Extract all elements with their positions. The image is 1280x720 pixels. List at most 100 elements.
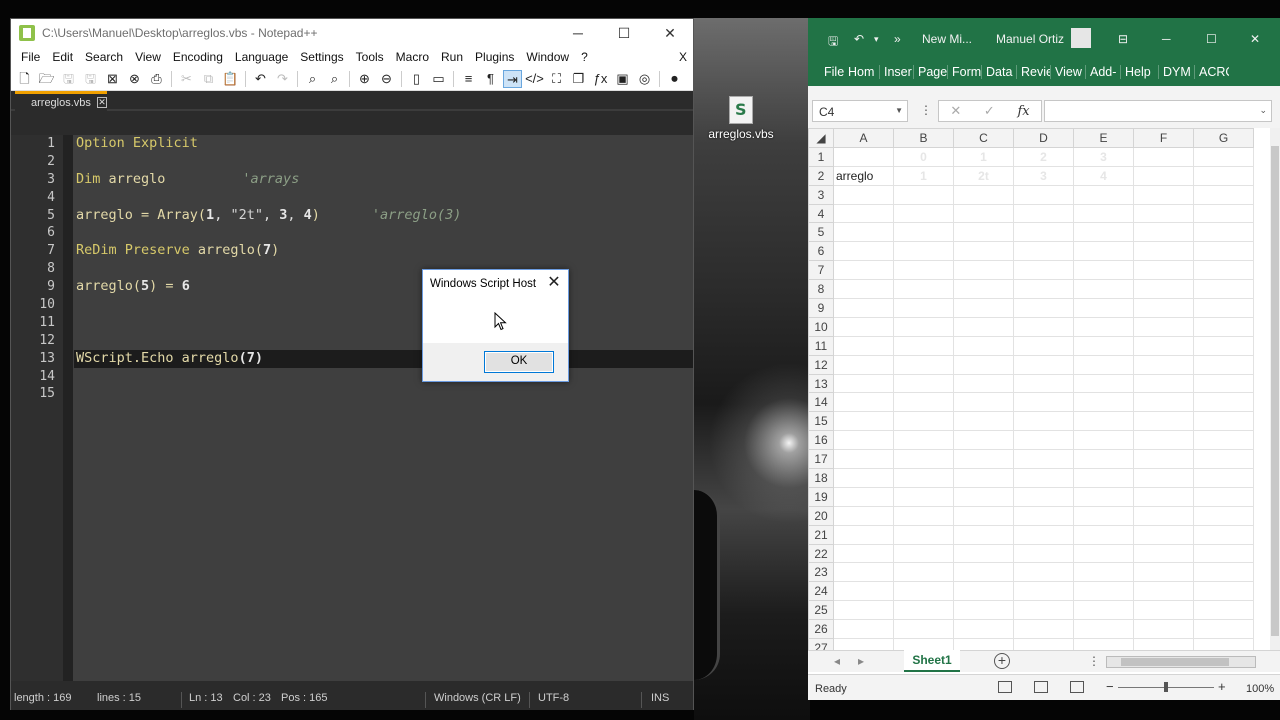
more-icon[interactable]: ⋮: [920, 103, 932, 117]
column-header[interactable]: F: [1133, 128, 1194, 148]
cell[interactable]: [1133, 203, 1194, 224]
indent-guide-icon[interactable]: ⇥: [503, 69, 522, 88]
show-all-chars-icon[interactable]: ¶: [481, 70, 500, 88]
zoom-slider-knob[interactable]: [1164, 682, 1168, 692]
cell[interactable]: [1013, 411, 1074, 432]
cell[interactable]: 1: [893, 165, 954, 186]
sync-vertical-icon[interactable]: ▯: [407, 70, 426, 88]
cell[interactable]: [1073, 241, 1134, 262]
row-header[interactable]: 16: [808, 430, 834, 451]
cell[interactable]: 3: [1013, 165, 1074, 186]
row-header[interactable]: 24: [808, 581, 834, 602]
cell[interactable]: [1193, 619, 1254, 640]
cell[interactable]: [1013, 392, 1074, 413]
row-header[interactable]: 2: [808, 165, 834, 186]
formula-input[interactable]: ⌄: [1044, 100, 1272, 122]
cell[interactable]: [1133, 392, 1194, 413]
cell[interactable]: [1193, 373, 1254, 394]
row-header[interactable]: 13: [808, 373, 834, 394]
cell[interactable]: [1193, 184, 1254, 205]
cell[interactable]: [893, 279, 954, 300]
cell[interactable]: [1013, 468, 1074, 488]
cell[interactable]: [1013, 222, 1074, 243]
cell[interactable]: [1133, 543, 1194, 564]
cell[interactable]: [1073, 203, 1134, 224]
close-document-x[interactable]: X: [679, 50, 687, 64]
cell[interactable]: [893, 354, 954, 375]
cell[interactable]: [1193, 316, 1254, 337]
cell[interactable]: [1133, 619, 1194, 640]
column-header[interactable]: B: [893, 128, 954, 148]
cell[interactable]: [893, 468, 954, 488]
cell[interactable]: 3: [1073, 146, 1134, 167]
cell[interactable]: [1013, 449, 1074, 470]
tab-close-icon[interactable]: ✕: [96, 97, 107, 108]
close-button[interactable]: ✕: [647, 19, 693, 47]
cell[interactable]: [1013, 241, 1074, 262]
cell[interactable]: [1013, 505, 1074, 526]
menu-file[interactable]: File: [15, 50, 46, 64]
cell[interactable]: [1193, 505, 1254, 526]
menu-help[interactable]: ?: [575, 50, 594, 64]
row-header[interactable]: 26: [808, 619, 834, 640]
cell[interactable]: [833, 468, 894, 488]
cell[interactable]: [1133, 279, 1194, 300]
cut-icon[interactable]: ✂: [177, 70, 196, 88]
cell[interactable]: [953, 260, 1014, 281]
expand-formula-icon[interactable]: ⌄: [1259, 105, 1267, 116]
row-header[interactable]: 4: [808, 203, 834, 224]
cell[interactable]: [1073, 354, 1134, 375]
cell[interactable]: [1193, 543, 1254, 564]
cell[interactable]: [1133, 505, 1194, 526]
cell[interactable]: [953, 543, 1014, 564]
cell[interactable]: [1073, 316, 1134, 337]
cell[interactable]: [833, 316, 894, 337]
cell[interactable]: [953, 392, 1014, 413]
add-sheet-icon[interactable]: +: [994, 653, 1010, 669]
cell[interactable]: [953, 373, 1014, 394]
cell[interactable]: [1193, 392, 1254, 413]
cell[interactable]: [1133, 524, 1194, 545]
menu-plugins[interactable]: Plugins: [469, 50, 520, 64]
cell[interactable]: 2t: [953, 165, 1014, 186]
row-header[interactable]: 8: [808, 279, 834, 300]
cell[interactable]: [1193, 486, 1254, 507]
cell[interactable]: [1133, 298, 1194, 318]
undo-icon[interactable]: ↶: [854, 32, 864, 46]
maximize-button[interactable]: ☐: [1206, 32, 1217, 46]
cell[interactable]: [1193, 524, 1254, 545]
cell[interactable]: [833, 146, 894, 167]
replace-icon[interactable]: ⌕: [325, 70, 344, 88]
cell[interactable]: [893, 316, 954, 337]
find-icon[interactable]: ⌕: [303, 70, 322, 88]
cell[interactable]: [893, 562, 954, 583]
scrollbar-thumb[interactable]: [1271, 146, 1279, 636]
ribbon-display-icon[interactable]: ⊟: [1118, 32, 1128, 46]
cell[interactable]: [1073, 335, 1134, 356]
word-wrap-icon[interactable]: ≡: [459, 70, 478, 88]
cell[interactable]: [893, 524, 954, 545]
function-list-icon[interactable]: ƒx: [591, 70, 610, 88]
row-header[interactable]: 1: [808, 146, 834, 167]
cell[interactable]: [953, 581, 1014, 602]
undo-dropdown-icon[interactable]: ▾: [874, 34, 879, 45]
cell[interactable]: [1073, 260, 1134, 281]
cell[interactable]: [1013, 354, 1074, 375]
minimize-button[interactable]: ─: [555, 19, 601, 47]
maximize-button[interactable]: ☐: [601, 19, 647, 47]
row-header[interactable]: 3: [808, 184, 834, 205]
cell[interactable]: [953, 184, 1014, 205]
cell[interactable]: [1013, 430, 1074, 451]
row-header[interactable]: 12: [808, 354, 834, 375]
ribbon-tab-acrobat[interactable]: ACRO: [1199, 65, 1229, 79]
cell[interactable]: [833, 373, 894, 394]
zoom-out-icon[interactable]: ⊖: [377, 70, 396, 88]
cell[interactable]: [953, 279, 1014, 300]
cell[interactable]: [833, 543, 894, 564]
cell[interactable]: [1073, 581, 1134, 602]
cell[interactable]: [953, 449, 1014, 470]
cell[interactable]: [953, 411, 1014, 432]
ribbon-tab-home[interactable]: Hom: [848, 65, 880, 79]
cell[interactable]: [833, 184, 894, 205]
menu-language[interactable]: Language: [229, 50, 294, 64]
